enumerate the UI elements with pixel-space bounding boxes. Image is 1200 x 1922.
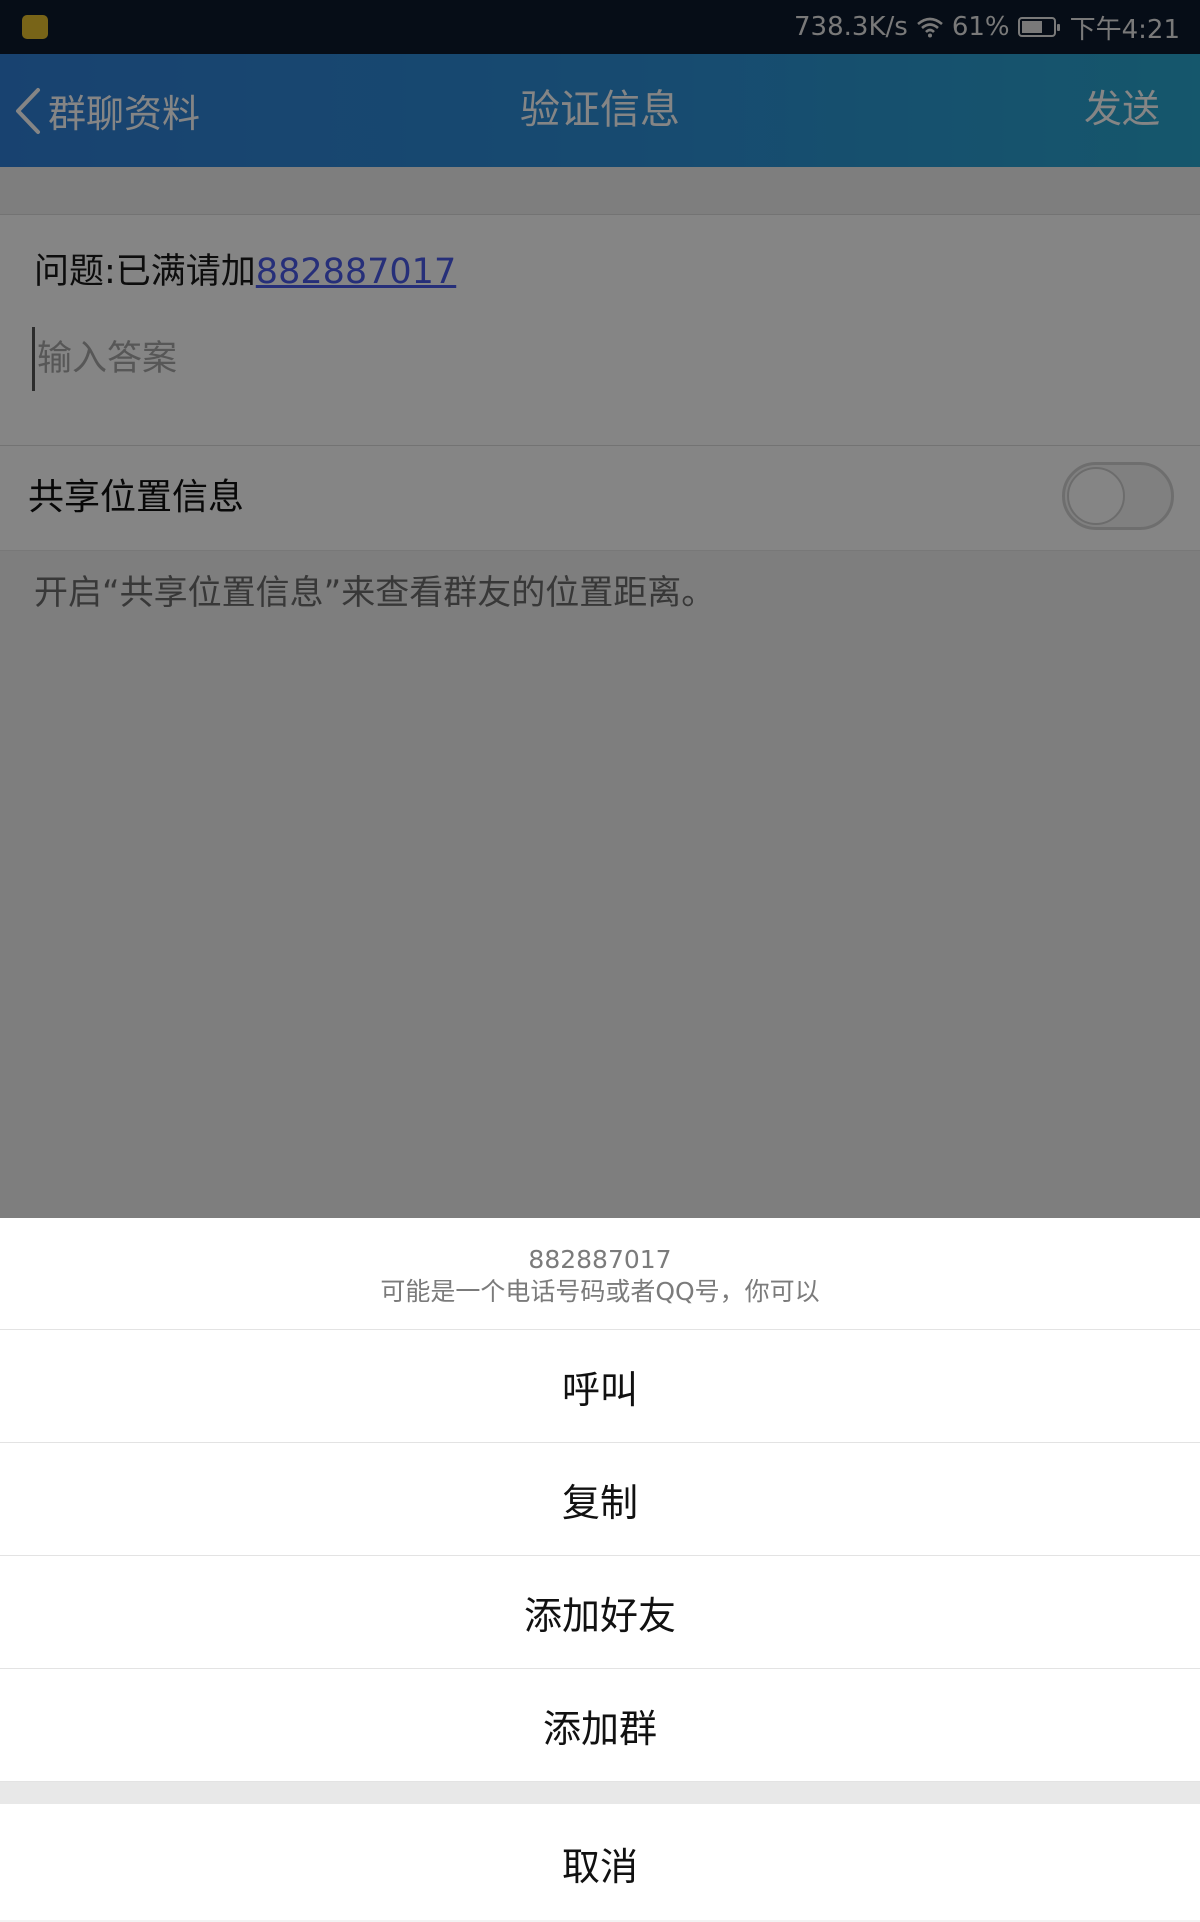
copy-button[interactable]: 复制 xyxy=(0,1443,1200,1556)
action-sheet-subtitle: 可能是一个电话号码或者QQ号，你可以 xyxy=(380,1277,820,1306)
call-button[interactable]: 呼叫 xyxy=(0,1330,1200,1443)
action-sheet-header: 882887017 可能是一个电话号码或者QQ号，你可以 xyxy=(0,1218,1200,1330)
action-sheet-divider xyxy=(0,1782,1200,1804)
add-group-button[interactable]: 添加群 xyxy=(0,1669,1200,1782)
cancel-button[interactable]: 取消 xyxy=(0,1804,1200,1922)
add-friend-button[interactable]: 添加好友 xyxy=(0,1556,1200,1669)
action-sheet: 882887017 可能是一个电话号码或者QQ号，你可以 呼叫 复制 添加好友 … xyxy=(0,1218,1200,1920)
action-sheet-title: 882887017 xyxy=(528,1245,672,1274)
